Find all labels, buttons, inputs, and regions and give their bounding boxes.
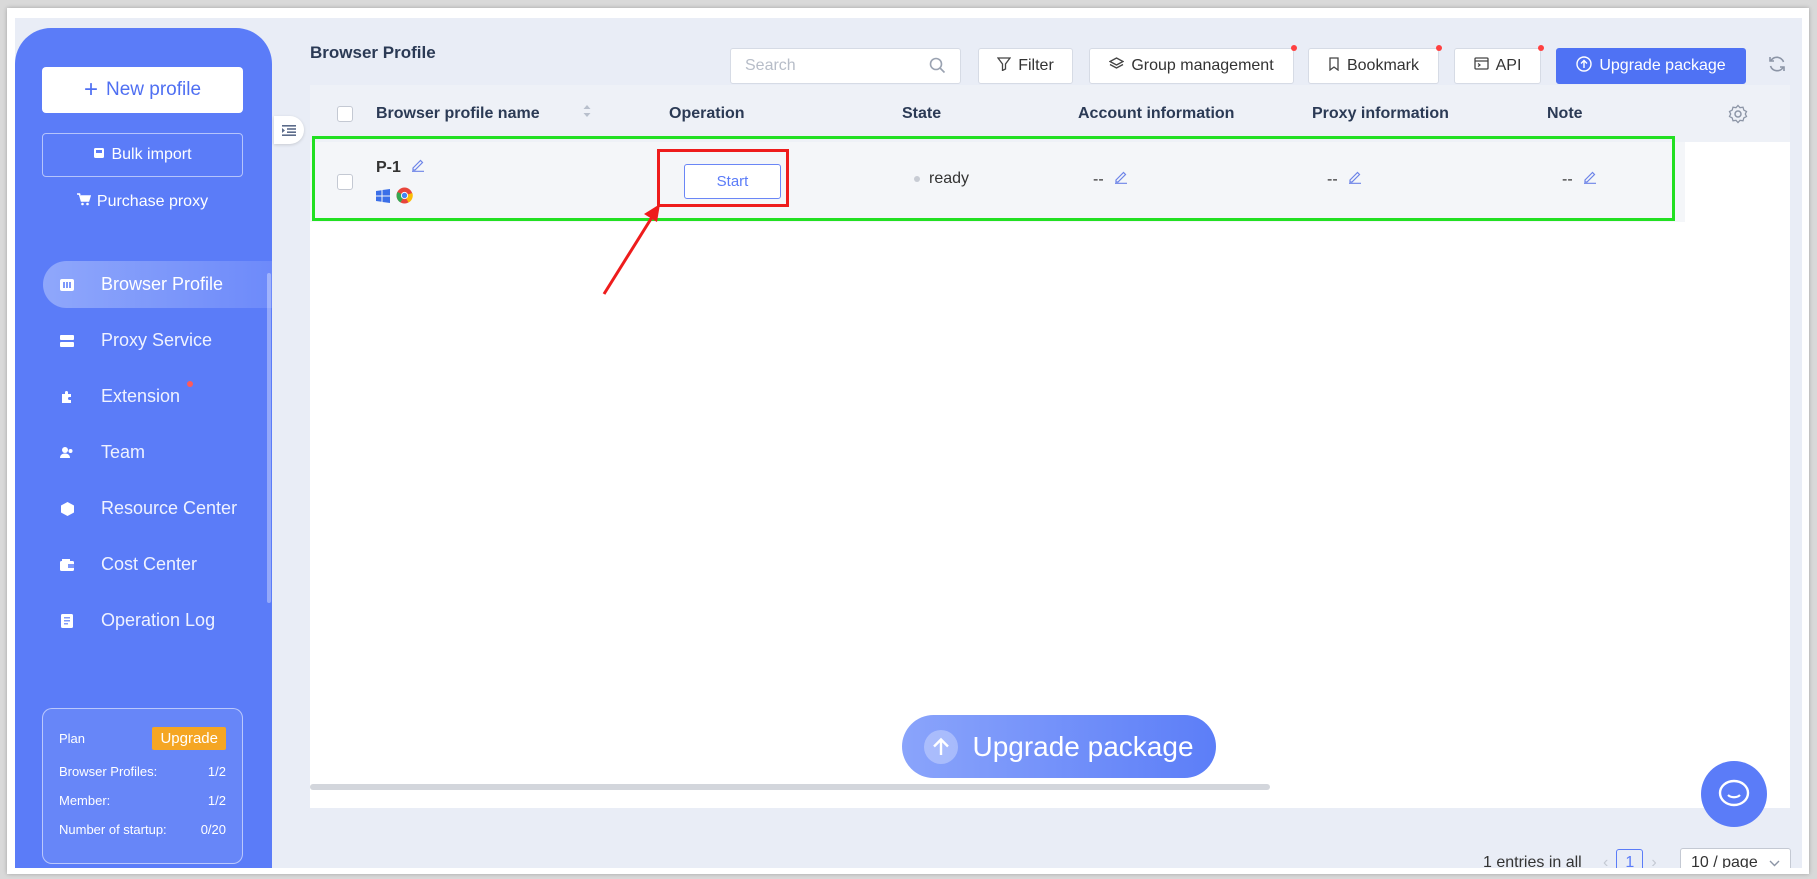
highlight-start-annotation xyxy=(657,149,789,207)
sidebar-item-resource-center[interactable]: Resource Center xyxy=(43,485,272,532)
upgrade-package-button[interactable]: Upgrade package xyxy=(1556,48,1746,84)
filter-icon xyxy=(996,56,1012,76)
sort-icon[interactable] xyxy=(582,103,592,124)
column-header-state: State xyxy=(902,104,942,122)
bulk-import-label: Bulk import xyxy=(111,146,192,163)
column-header-operation: Operation xyxy=(669,104,745,122)
refresh-icon[interactable] xyxy=(1767,54,1787,79)
bookmark-icon xyxy=(1328,56,1340,76)
notification-dot xyxy=(1538,45,1544,51)
api-icon xyxy=(1473,57,1489,75)
column-settings-column xyxy=(1685,85,1790,808)
filter-label: Filter xyxy=(1018,57,1054,74)
new-profile-button[interactable]: + New profile xyxy=(42,67,243,113)
column-settings-icon[interactable] xyxy=(1685,85,1790,142)
sidebar-item-label: Proxy Service xyxy=(101,330,213,350)
page-size-value: 10 / page xyxy=(1691,853,1758,869)
prev-page-icon[interactable]: ‹ xyxy=(1603,854,1608,869)
plan-label: Plan xyxy=(59,731,86,746)
search-box[interactable] xyxy=(730,48,961,84)
column-header-proxy: Proxy information xyxy=(1312,104,1449,122)
sidebar-item-cost-center[interactable]: Cost Center xyxy=(43,541,272,588)
chat-support-button[interactable] xyxy=(1701,761,1767,827)
group-management-label: Group management xyxy=(1131,57,1274,74)
sidebar-item-label: Operation Log xyxy=(101,610,216,630)
startup-label: Number of startup: xyxy=(59,822,167,837)
collapse-sidebar-button[interactable] xyxy=(274,116,304,144)
floating-upgrade-label: Upgrade package xyxy=(972,730,1194,762)
sidebar: + New profile Bulk import Purchase proxy… xyxy=(15,28,272,868)
team-icon xyxy=(59,445,75,461)
member-value: 1/2 xyxy=(207,793,226,808)
filter-button[interactable]: Filter xyxy=(978,48,1073,84)
chevron-down-icon xyxy=(1769,854,1780,869)
sidebar-scrollbar[interactable] xyxy=(267,273,271,603)
browser-profile-icon xyxy=(59,277,75,293)
search-icon[interactable] xyxy=(929,57,946,79)
plan-card: Plan Upgrade Browser Profiles: 1/2 Membe… xyxy=(42,708,243,864)
search-input[interactable] xyxy=(743,49,927,83)
pagination-total: 1 entries in all xyxy=(1483,853,1582,869)
startup-value: 0/20 xyxy=(200,822,226,837)
layers-icon xyxy=(1108,56,1125,76)
page-number-current[interactable]: 1 xyxy=(1616,849,1644,868)
purchase-proxy-link[interactable]: Purchase proxy xyxy=(42,189,243,215)
page-size-select[interactable]: 10 / page xyxy=(1680,848,1791,868)
next-page-icon[interactable]: › xyxy=(1651,854,1656,869)
cost-center-icon xyxy=(59,557,75,573)
sidebar-item-label: Extension xyxy=(101,386,181,406)
proxy-service-icon xyxy=(59,333,75,349)
bookmark-button[interactable]: Bookmark xyxy=(1308,45,1442,84)
pagination: ‹ 1 › xyxy=(1603,848,1657,868)
plus-icon: + xyxy=(83,76,98,103)
column-header-note: Note xyxy=(1547,104,1583,122)
bookmark-label: Bookmark xyxy=(1346,57,1420,74)
bulk-import-button[interactable]: Bulk import xyxy=(42,133,243,177)
cart-icon xyxy=(76,193,91,211)
chat-icon xyxy=(1718,779,1750,807)
upgrade-package-label: Upgrade package xyxy=(1599,57,1726,74)
sidebar-item-label: Browser Profile xyxy=(101,274,224,294)
highlight-row-annotation xyxy=(312,136,1675,221)
notification-dot xyxy=(1291,45,1297,51)
column-header-account: Account information xyxy=(1078,104,1235,122)
sidebar-item-operation-log[interactable]: Operation Log xyxy=(43,597,272,644)
browser-profiles-value: 1/2 xyxy=(207,764,226,779)
sidebar-item-label: Team xyxy=(101,442,146,462)
page-title: Browser Profile xyxy=(310,43,436,62)
column-header-name[interactable]: Browser profile name xyxy=(376,85,616,142)
resource-center-icon xyxy=(59,501,75,517)
import-icon xyxy=(93,146,105,164)
plan-upgrade-button[interactable]: Upgrade xyxy=(152,727,226,750)
floating-upgrade-package-button[interactable]: Upgrade package xyxy=(902,715,1216,778)
purchase-proxy-label: Purchase proxy xyxy=(96,193,209,210)
sidebar-item-proxy-service[interactable]: Proxy Service xyxy=(43,317,272,364)
collapse-icon xyxy=(282,124,296,136)
group-management-button[interactable]: Group management xyxy=(1089,45,1297,84)
api-button[interactable]: API xyxy=(1454,45,1544,84)
table-horizontal-scrollbar[interactable] xyxy=(310,784,1270,790)
sidebar-item-browser-profile[interactable]: Browser Profile xyxy=(43,261,272,308)
sidebar-nav: Browser Profile Proxy Service Extension xyxy=(43,261,272,653)
extension-badge-dot xyxy=(187,381,193,387)
notification-dot xyxy=(1436,45,1442,51)
upgrade-arrow-icon xyxy=(924,729,959,764)
sidebar-item-extension[interactable]: Extension xyxy=(43,373,272,420)
operation-log-icon xyxy=(59,613,75,629)
browser-profiles-label: Browser Profiles: xyxy=(59,764,158,779)
annotation-arrow-icon xyxy=(602,204,660,295)
sidebar-item-label: Resource Center xyxy=(101,498,238,518)
api-label: API xyxy=(1495,57,1522,74)
member-label: Member: xyxy=(59,793,111,808)
upgrade-arrow-icon xyxy=(1576,55,1593,77)
table-header: Browser profile name Operation State Acc… xyxy=(310,85,1790,142)
sidebar-item-team[interactable]: Team xyxy=(43,429,272,476)
new-profile-label: New profile xyxy=(105,79,202,100)
sidebar-item-label: Cost Center xyxy=(101,554,198,574)
select-all-checkbox[interactable] xyxy=(337,85,353,142)
extension-icon xyxy=(59,389,75,405)
